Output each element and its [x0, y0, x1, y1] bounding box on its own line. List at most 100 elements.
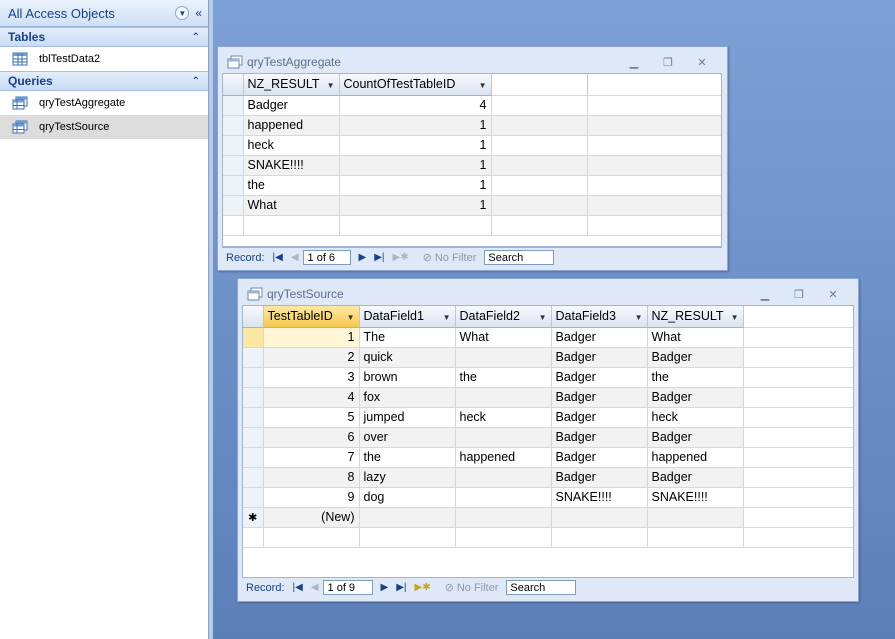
cell[interactable]: Badger	[551, 387, 648, 408]
column-header[interactable]: NZ_RESULT ▼	[243, 74, 340, 96]
cell[interactable]	[455, 487, 552, 508]
collapse-chevron-icon[interactable]: ⌃	[192, 76, 200, 87]
new-record-row[interactable]: ✱ (New)	[243, 507, 853, 528]
cell[interactable]: Badger	[243, 95, 340, 116]
previous-record-icon[interactable]: ◀	[311, 582, 319, 593]
chevron-down-icon[interactable]: ▼	[443, 313, 451, 322]
cell[interactable]: heck	[243, 135, 340, 156]
cell[interactable]: Badger	[551, 407, 648, 428]
minimize-icon[interactable]: ▁	[748, 288, 782, 301]
cell[interactable]: 4	[339, 95, 492, 116]
table-row[interactable]: 6 over Badger Badger	[243, 427, 853, 448]
search-input[interactable]: Search	[484, 250, 555, 265]
next-record-icon[interactable]: ▶	[381, 582, 389, 593]
record-selector[interactable]	[243, 487, 264, 508]
record-selector[interactable]	[243, 367, 264, 388]
chevron-down-icon[interactable]: ▼	[347, 313, 355, 322]
cell[interactable]: SNAKE!!!!	[551, 487, 648, 508]
cell[interactable]: Badger	[551, 347, 648, 368]
current-record-field[interactable]: 1 of 9	[322, 580, 373, 595]
cell[interactable]: Badger	[551, 427, 648, 448]
cell[interactable]	[551, 507, 648, 528]
cell[interactable]: 5	[263, 407, 360, 428]
record-selector[interactable]	[243, 347, 264, 368]
cell[interactable]	[359, 507, 456, 528]
record-selector[interactable]	[223, 95, 244, 116]
table-row[interactable]: the 1	[223, 175, 721, 196]
cell[interactable]: lazy	[359, 467, 456, 488]
cell[interactable]: 1	[339, 115, 492, 136]
cell[interactable]: Badger	[647, 387, 744, 408]
cell[interactable]: Badger	[647, 347, 744, 368]
group-queries-header[interactable]: Queries ⌃	[0, 71, 208, 91]
table-row[interactable]: 7 the happened Badger happened	[243, 447, 853, 468]
last-record-icon[interactable]: ▶|	[396, 582, 406, 593]
record-selector[interactable]	[243, 447, 264, 468]
cell[interactable]: SNAKE!!!!	[243, 155, 340, 176]
cell[interactable]: What	[455, 327, 552, 348]
cell[interactable]	[647, 507, 744, 528]
table-row[interactable]: What 1	[223, 195, 721, 216]
cell[interactable]: 6	[263, 427, 360, 448]
cell[interactable]	[455, 427, 552, 448]
close-icon[interactable]: ✕	[816, 288, 850, 301]
table-row[interactable]: 3 brown the Badger the	[243, 367, 853, 388]
nav-menu-dropdown-icon[interactable]: ▼	[175, 6, 190, 20]
chevron-down-icon[interactable]: ▼	[539, 313, 547, 322]
cell[interactable]: jumped	[359, 407, 456, 428]
no-filter-button[interactable]: ⊘ No Filter	[445, 581, 499, 595]
cell[interactable]: 9	[263, 487, 360, 508]
cell[interactable]: heck	[647, 407, 744, 428]
cell[interactable]: SNAKE!!!!	[647, 487, 744, 508]
cell[interactable]: Badger	[647, 467, 744, 488]
first-record-icon[interactable]: |◀	[293, 582, 303, 593]
table-row[interactable]: 9 dog SNAKE!!!! SNAKE!!!!	[243, 487, 853, 508]
column-header[interactable]: CountOfTestTableID ▼	[339, 74, 492, 96]
new-record-cell[interactable]: (New)	[263, 507, 360, 528]
cell[interactable]: quick	[359, 347, 456, 368]
chevron-down-icon[interactable]: ▼	[635, 313, 643, 322]
nav-item-tbltestdata2[interactable]: tblTestData2	[0, 47, 208, 71]
datasheet-grid[interactable]: NZ_RESULT ▼ CountOfTestTableID ▼ Badger 4 h…	[222, 73, 722, 247]
collapse-chevron-icon[interactable]: ⌃	[192, 32, 200, 43]
datasheet-grid[interactable]: TestTableID ▼ DataField1 ▼ DataField2 ▼ Dat…	[242, 305, 854, 578]
cell[interactable]: the	[455, 367, 552, 388]
cell[interactable]: dog	[359, 487, 456, 508]
record-selector[interactable]	[223, 195, 244, 216]
column-header[interactable]: DataField3 ▼	[551, 306, 648, 328]
cell[interactable]: 2	[263, 347, 360, 368]
cell[interactable]: 4	[263, 387, 360, 408]
chevron-down-icon[interactable]: ▼	[731, 313, 739, 322]
column-header[interactable]: DataField1 ▼	[359, 306, 456, 328]
cell[interactable]: fox	[359, 387, 456, 408]
table-row[interactable]: Badger 4	[223, 95, 721, 116]
group-tables-header[interactable]: Tables ⌃	[0, 27, 208, 47]
cell[interactable]: happened	[455, 447, 552, 468]
cell[interactable]: Badger	[551, 327, 648, 348]
restore-icon[interactable]: ❐	[651, 56, 685, 69]
cell[interactable]: the	[359, 447, 456, 468]
cell[interactable]: 1	[339, 155, 492, 176]
column-header[interactable]: DataField2 ▼	[455, 306, 552, 328]
cell[interactable]: 1	[339, 135, 492, 156]
cell[interactable]: 7	[263, 447, 360, 468]
cell[interactable]: The	[359, 327, 456, 348]
minimize-icon[interactable]: ▁	[617, 56, 651, 69]
cell[interactable]	[455, 347, 552, 368]
cell[interactable]: heck	[455, 407, 552, 428]
table-row[interactable]: 1 The What Badger What	[243, 327, 853, 348]
cell[interactable]: What	[647, 327, 744, 348]
record-selector[interactable]	[223, 115, 244, 136]
cell[interactable]	[455, 507, 552, 528]
record-selector[interactable]	[223, 175, 244, 196]
select-all-corner[interactable]	[243, 306, 264, 328]
cell[interactable]: happened	[243, 115, 340, 136]
select-all-corner[interactable]	[223, 74, 244, 96]
record-selector[interactable]	[223, 135, 244, 156]
chevron-down-icon[interactable]: ▼	[479, 81, 487, 90]
last-record-icon[interactable]: ▶|	[374, 252, 384, 263]
cell[interactable]: Badger	[551, 467, 648, 488]
cell[interactable]: 1	[263, 327, 360, 348]
cell[interactable]: happened	[647, 447, 744, 468]
cell[interactable]: the	[243, 175, 340, 196]
